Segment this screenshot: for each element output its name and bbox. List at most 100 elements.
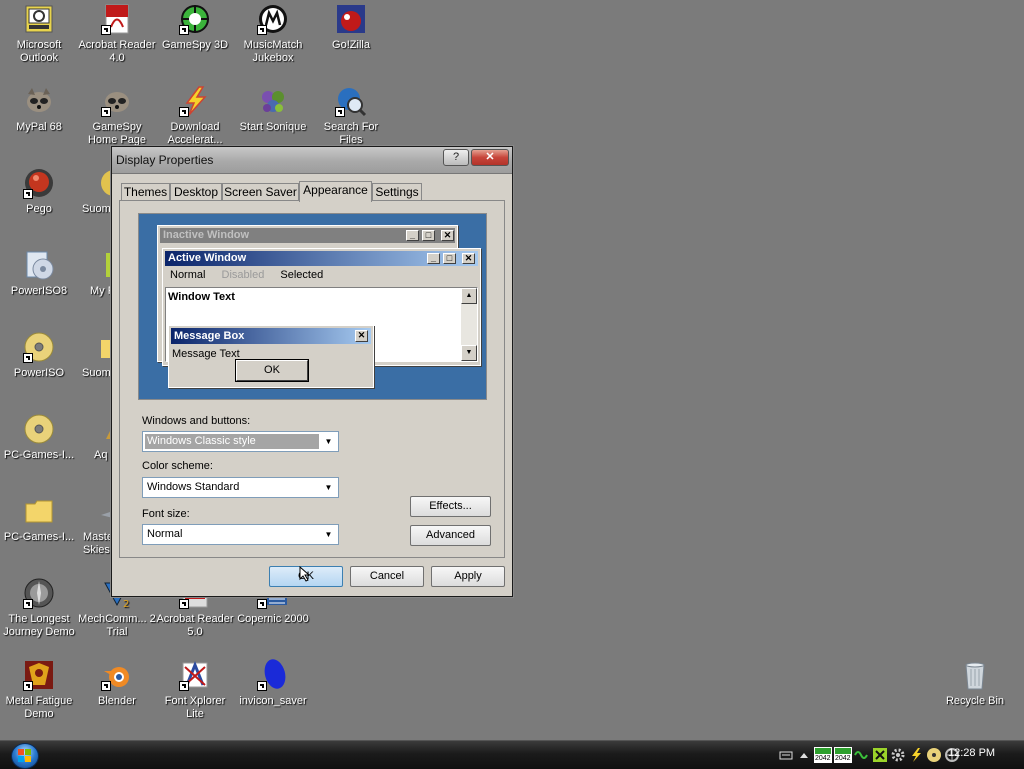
close-icon: ✕ [462,253,475,264]
network-meter-text: 2042 [835,755,851,762]
font-size-label: Font size: [142,508,190,520]
font-size-value: Normal [147,528,183,540]
desktop-icon-musicmatch[interactable]: MusicMatch Jukebox [234,3,312,65]
desktop-icon-search-files[interactable]: Search For Files [312,85,390,147]
acrobat-icon [101,3,133,35]
desktop-icon-pego[interactable]: Pego [0,167,78,216]
color-scheme-select[interactable]: Windows Standard ▼ [142,477,339,498]
color-scheme-value: Windows Standard [147,481,240,493]
tab-settings[interactable]: Settings [372,183,422,201]
network-meter-icon[interactable]: 2042 [834,747,852,763]
preview-scrollbar: ▲ ▼ [461,288,477,361]
metal-fatigue-icon [23,659,55,691]
desktop-icon-label: Microsoft Outlook [16,39,62,64]
minimize-icon: _ [406,230,419,241]
inactive-window-title: Inactive Window [163,229,250,241]
sonique-icon [257,85,289,117]
scroll-up-icon: ▲ [461,288,477,304]
close-button[interactable]: ✕ [471,149,509,166]
desktop-icon-font-xplorer[interactable]: Font Xplorer Lite [156,659,234,721]
msgbox-ok-button: OK [236,360,308,381]
scroll-down-icon: ▼ [461,345,477,361]
outlook-icon [23,3,55,35]
desktop-icon-metal-fatigue[interactable]: Metal Fatigue Demo [0,659,78,721]
minimize-icon: _ [427,253,440,264]
desktop-icon-pc-games-2[interactable]: PC-Games-I... [0,495,78,544]
desktop-icon-sonique[interactable]: Start Sonique [234,85,312,134]
folder-icon [23,495,55,527]
window-text: Window Text [168,291,235,303]
gear-icon[interactable] [890,747,906,763]
menu-normal: Normal [170,269,206,281]
lightning-icon[interactable] [908,747,924,763]
advanced-button[interactable]: Advanced [410,525,491,546]
desktop-icon-recycle-bin[interactable]: Recycle Bin [936,659,1014,708]
clock[interactable]: 12:28 PM [948,747,995,759]
dialog-title-bar[interactable]: Display Properties ? ✕ [112,147,512,174]
close-icon: ✕ [441,230,454,241]
appearance-panel: Inactive Window _ □ ✕ Active Window _ □ … [119,200,505,558]
desktop-icon-blender[interactable]: Blender [78,659,156,708]
raccoon-icon [101,85,133,117]
desktop-icon-label: Pego [26,203,52,215]
desktop-icon-gamespy-3d[interactable]: GameSpy 3D [156,3,234,52]
desktop-icon-label: Acrobat Reader 4.0 [78,39,156,64]
desktop-icon-label: Start Sonique [239,121,307,133]
desktop-icon-label: PowerISO [13,367,65,379]
wave-icon[interactable] [854,747,870,763]
desktop-icon-poweriso[interactable]: PowerISO [0,331,78,380]
desktop-icon-gamespy-home[interactable]: GameSpy Home Page [78,85,156,147]
desktop-icon-label: MusicMatch Jukebox [243,39,303,64]
desktop-icon-label: Recycle Bin [945,695,1005,707]
maximize-icon: □ [443,253,456,264]
display-properties-dialog: Display Properties ? ✕ Themes Desktop Sc… [111,146,513,597]
apply-button[interactable]: Apply [431,566,505,587]
desktop-icon-label: Copernic 2000 [237,613,309,625]
msgbox-text: Message Text [172,348,240,360]
chevron-down-icon[interactable]: ▼ [321,434,336,449]
keyboard-icon[interactable] [778,747,794,763]
media-icon[interactable] [872,747,888,763]
disc-icon [23,413,55,445]
help-button[interactable]: ? [443,149,469,166]
network-meter-icon[interactable]: 2042 [814,747,832,763]
desktop-icon-acrobat-40[interactable]: Acrobat Reader 4.0 [78,3,156,65]
desktop-icon-invicon-saver[interactable]: invicon_saver [234,659,312,708]
svg-text:2: 2 [123,599,129,609]
tab-desktop[interactable]: Desktop [170,183,222,201]
start-button[interactable] [11,743,39,769]
active-window-title: Active Window [168,252,247,264]
tab-screen-saver[interactable]: Screen Saver [222,183,299,201]
desktop-icon-mypal[interactable]: MyPal 68 [0,85,78,134]
close-icon: ✕ [355,330,368,342]
desktop-icon-label: PC-Games-I... [3,449,75,461]
disc-icon[interactable] [926,747,942,763]
cancel-button[interactable]: Cancel [350,566,424,587]
blue-oval-icon [257,659,289,691]
tab-appearance[interactable]: Appearance [299,181,372,202]
windows-buttons-select[interactable]: Windows Classic style ▼ [142,431,339,452]
desktop-icon-outlook[interactable]: Microsoft Outlook [0,3,78,65]
desktop-icon-pc-games-1[interactable]: PC-Games-I... [0,413,78,462]
appearance-preview: Inactive Window _ □ ✕ Active Window _ □ … [138,213,487,400]
font-xplorer-icon [179,659,211,691]
chevron-down-icon[interactable]: ▼ [321,527,336,542]
font-size-select[interactable]: Normal ▼ [142,524,339,545]
desktop-icon-download-accelerator[interactable]: Download Accelerat... [156,85,234,147]
show-hidden-icons-icon[interactable] [796,747,812,763]
desktop-icon-poweriso8[interactable]: PowerISO8 [0,249,78,298]
poweriso-icon [23,249,55,281]
msgbox-caption: Message Box [171,328,371,344]
desktop-icon-longest-journey[interactable]: The Longest Journey Demo [0,577,78,639]
effects-button[interactable]: Effects... [410,496,491,517]
tab-themes[interactable]: Themes [121,183,170,201]
desktop-icon-label: Acrobat Reader 5.0 [156,613,234,638]
desktop-icon-label: MechComm... 2 Trial [78,613,156,638]
menu-disabled: Disabled [221,269,265,281]
desktop-icon-label: Go!Zilla [332,39,370,51]
chevron-down-icon[interactable]: ▼ [321,480,336,495]
pego-icon [23,167,55,199]
desktop-icon-label: Download Accelerat... [167,121,223,146]
musicmatch-icon [257,3,289,35]
desktop-icon-gozilla[interactable]: Go!Zilla [312,3,390,52]
